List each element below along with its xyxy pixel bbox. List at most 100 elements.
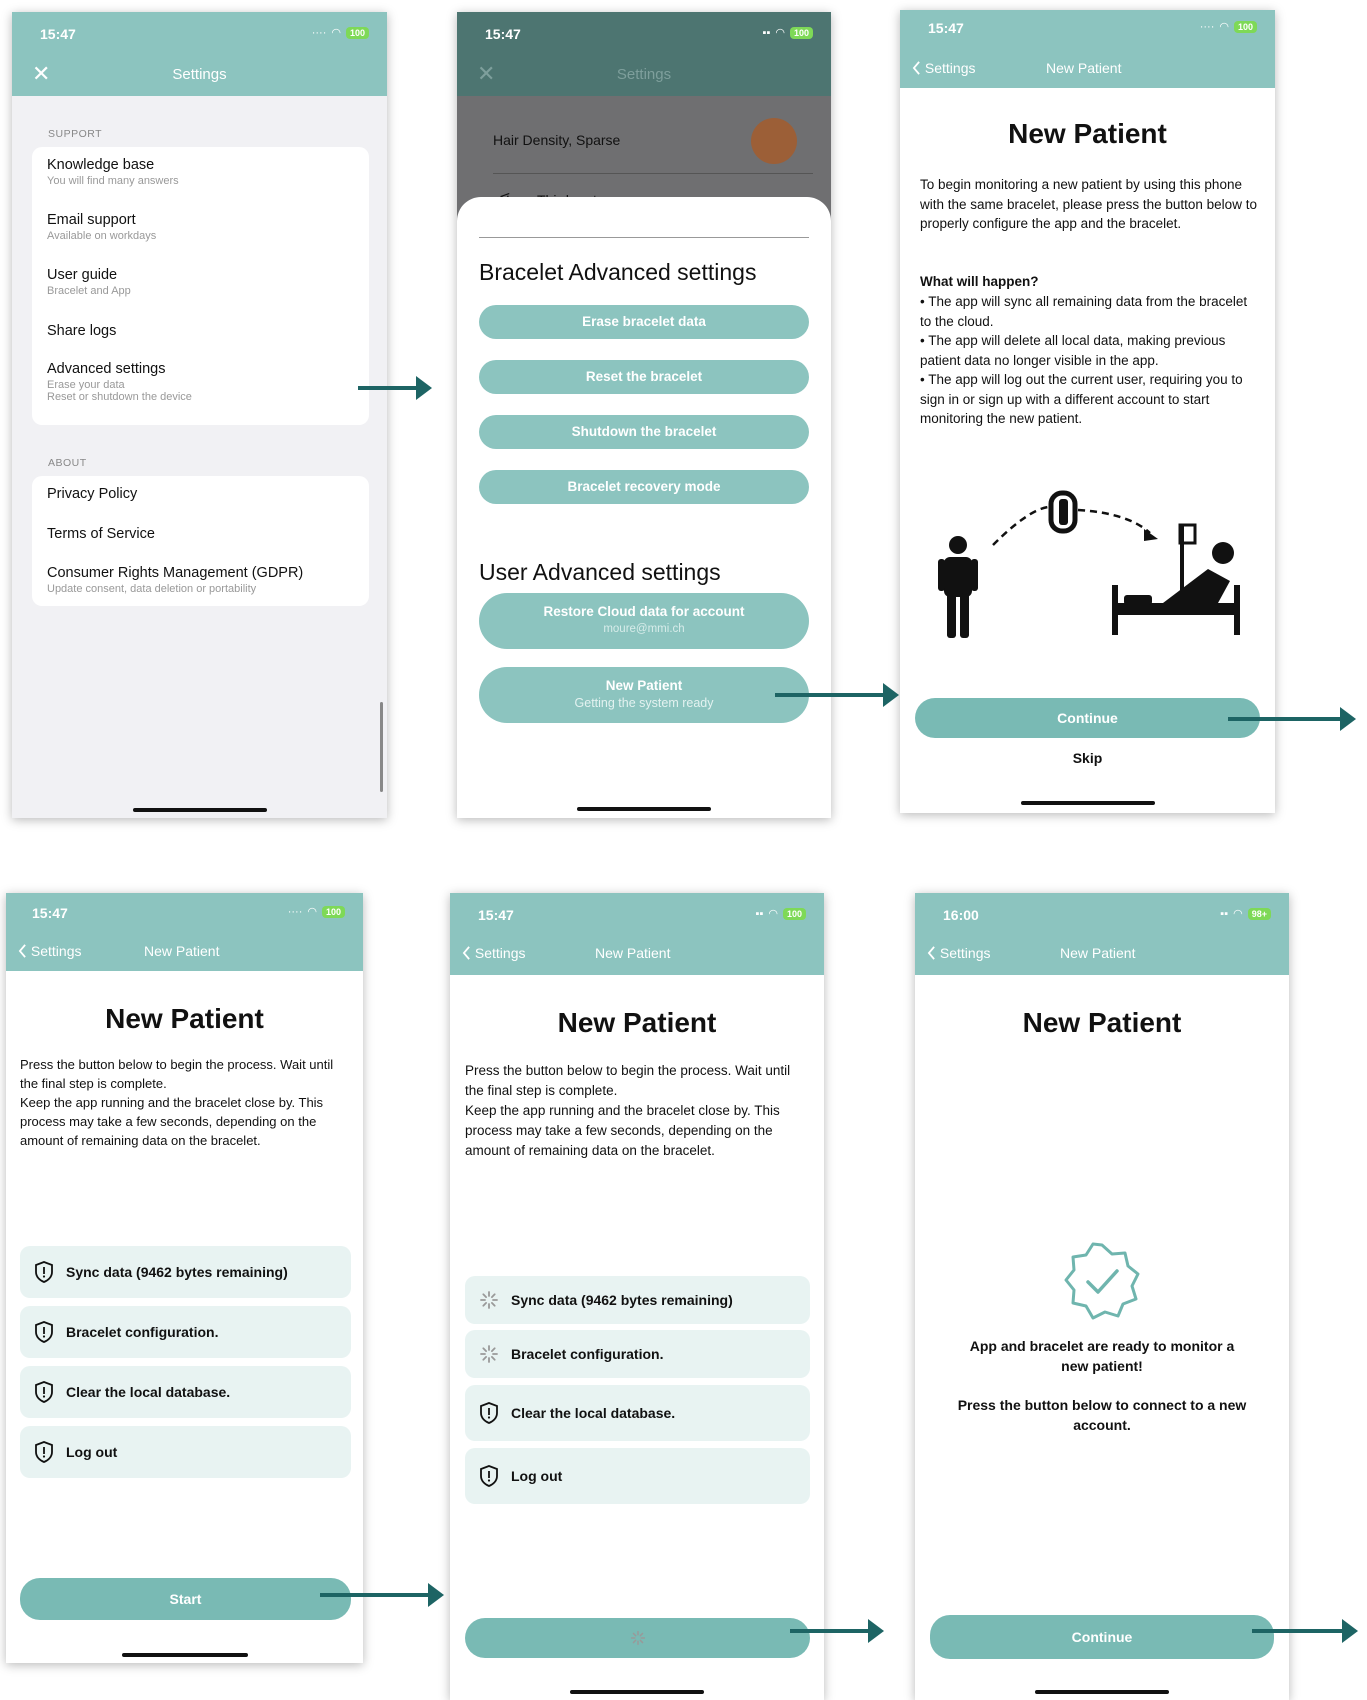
header: 15:47 ···· ◠ 100 Settings New Patient bbox=[900, 10, 1275, 88]
what-heading: What will happen? bbox=[920, 274, 1039, 289]
item-label: Privacy Policy bbox=[47, 486, 138, 502]
ready-message: App and bracelet are ready to monitor a … bbox=[969, 1338, 1235, 1374]
wifi-icon: ◠ bbox=[1219, 21, 1229, 33]
header-dimmed: 15:47 ▪▪ ◠ 100 ✕ Settings bbox=[457, 12, 831, 96]
flow-arrow bbox=[358, 376, 432, 400]
back-label: Settings bbox=[474, 945, 526, 961]
nav-title: New Patient bbox=[1046, 60, 1122, 76]
header: 16:00 ▪▪ ◠ 98+ Settings New Patient bbox=[915, 893, 1289, 975]
item-label: Email support bbox=[47, 212, 136, 228]
wifi-icon: ◠ bbox=[307, 906, 317, 918]
step-row-clear-db: Clear the local database. bbox=[20, 1366, 351, 1418]
home-indicator bbox=[570, 1690, 704, 1694]
bracelet-recovery-mode-button[interactable]: Bracelet recovery mode bbox=[479, 470, 809, 504]
step-row-logout: Log out bbox=[20, 1426, 351, 1478]
chevron-left-icon bbox=[927, 946, 936, 960]
connect-message: Press the button below to connect to a n… bbox=[957, 1397, 1247, 1433]
back-button[interactable]: Settings bbox=[912, 60, 975, 76]
new-patient-button[interactable]: New Patient Getting the system ready bbox=[479, 667, 809, 723]
status-time: 15:47 bbox=[478, 907, 514, 923]
item-label: Knowledge base bbox=[47, 157, 155, 173]
shield-warning-icon bbox=[479, 1402, 499, 1424]
continue-button[interactable]: Continue bbox=[915, 698, 1260, 738]
back-label: Settings bbox=[30, 943, 82, 959]
settings-item-user-guide[interactable]: User guide Bracelet and App bbox=[47, 267, 131, 297]
status-bar-icons: ▪▪ ◠ 100 bbox=[756, 907, 806, 920]
status-time: 15:47 bbox=[32, 905, 68, 921]
battery-icon: 100 bbox=[789, 26, 813, 39]
settings-item-gdpr[interactable]: Consumer Rights Management (GDPR) Update… bbox=[47, 565, 303, 595]
step-label: Clear the local database. bbox=[511, 1405, 676, 1421]
bullet-list: • The app will sync all remaining data f… bbox=[920, 292, 1261, 429]
status-time: 15:47 bbox=[40, 26, 76, 42]
settings-item-email-support[interactable]: Email support Available on workdays bbox=[47, 212, 156, 242]
item-sub: Bracelet and App bbox=[47, 285, 131, 297]
restore-cloud-button[interactable]: Restore Cloud data for account moure@mmi… bbox=[479, 593, 809, 649]
new-patient-start-screen: 15:47 ···· ◠ 100 Settings New Patient Ne… bbox=[6, 893, 363, 1663]
step-label: Sync data (9462 bytes remaining) bbox=[66, 1264, 288, 1280]
step-label: Sync data (9462 bytes remaining) bbox=[511, 1292, 733, 1308]
status-time: 15:47 bbox=[928, 20, 964, 36]
settings-item-privacy-policy[interactable]: Privacy Policy bbox=[47, 486, 137, 502]
signal-icon: ▪▪ bbox=[1220, 907, 1229, 920]
page-title: New Patient bbox=[105, 1003, 264, 1034]
nav-title: New Patient bbox=[1060, 945, 1136, 961]
signal-icon: ···· bbox=[311, 26, 327, 39]
page-title: New Patient bbox=[1022, 1007, 1182, 1038]
new-patient-progress-screen: 15:47 ▪▪ ◠ 100 Settings New Patient New … bbox=[450, 893, 824, 1700]
item-label: Share logs bbox=[47, 323, 117, 339]
flow-arrow bbox=[775, 683, 899, 707]
reset-bracelet-button[interactable]: Reset the bracelet bbox=[479, 360, 809, 394]
status-bar-icons: ···· ◠ 100 bbox=[1200, 20, 1257, 33]
nav-title: Settings bbox=[172, 66, 227, 83]
item-label: Advanced settings bbox=[47, 361, 166, 377]
about-card: Privacy Policy Terms of Service Consumer… bbox=[32, 476, 369, 606]
advanced-settings-screen: 15:47 ▪▪ ◠ 100 ✕ Settings Hair Density, … bbox=[457, 12, 831, 818]
button-label: Restore Cloud data for account bbox=[543, 604, 745, 619]
shield-warning-icon bbox=[34, 1261, 54, 1283]
signal-icon: ▪▪ bbox=[755, 907, 764, 920]
wifi-icon: ◠ bbox=[331, 27, 341, 39]
step-row-clear-db: Clear the local database. bbox=[465, 1385, 810, 1441]
support-card: Knowledge base You will find many answer… bbox=[32, 147, 369, 425]
back-button[interactable]: Settings bbox=[927, 945, 990, 961]
step-label: Log out bbox=[511, 1468, 563, 1484]
item-label: User guide bbox=[47, 267, 118, 283]
continue-button[interactable]: Continue bbox=[930, 1615, 1274, 1659]
erase-bracelet-data-button[interactable]: Erase bracelet data bbox=[479, 305, 809, 339]
nav-title: New Patient bbox=[144, 943, 220, 959]
battery-icon: 100 bbox=[345, 26, 369, 39]
status-bar-icons: ···· ◠ 100 bbox=[312, 26, 369, 39]
start-button[interactable]: Start bbox=[20, 1578, 351, 1620]
page-title: New Patient bbox=[1008, 118, 1167, 149]
loading-spinner-icon bbox=[479, 1343, 499, 1365]
nav-title: New Patient bbox=[595, 945, 671, 961]
shutdown-bracelet-button[interactable]: Shutdown the bracelet bbox=[479, 415, 809, 449]
skip-link[interactable]: Skip bbox=[900, 750, 1275, 766]
home-indicator bbox=[1035, 1690, 1169, 1694]
section-label-about: ABOUT bbox=[48, 457, 87, 469]
bracelet-settings-heading: Bracelet Advanced settings bbox=[479, 259, 757, 285]
battery-icon: 98+ bbox=[1247, 907, 1271, 920]
item-sub-2: Reset or shutdown the device bbox=[47, 391, 192, 403]
scrollbar[interactable] bbox=[380, 702, 383, 792]
header: 15:47 ▪▪ ◠ 100 Settings New Patient bbox=[450, 893, 824, 975]
bullet-item: • The app will sync all remaining data f… bbox=[920, 294, 1248, 329]
battery-icon: 100 bbox=[782, 907, 806, 920]
back-button[interactable]: Settings bbox=[18, 943, 81, 959]
verified-badge-icon bbox=[1064, 1242, 1140, 1320]
intro-text: To begin monitoring a new patient by usi… bbox=[920, 177, 1257, 231]
bullet-item: • The app will log out the current user,… bbox=[920, 372, 1243, 426]
hair-density-thumbnail bbox=[751, 118, 797, 164]
flow-arrow bbox=[1252, 1619, 1358, 1643]
button-sub: moure@mmi.ch bbox=[603, 623, 685, 635]
settings-item-advanced-settings[interactable]: Advanced settings Erase your data Reset … bbox=[47, 361, 192, 403]
settings-item-terms[interactable]: Terms of Service bbox=[47, 526, 155, 542]
item-sub: Available on workdays bbox=[47, 230, 157, 242]
status-time: 15:47 bbox=[485, 26, 521, 42]
settings-item-knowledge-base[interactable]: Knowledge base You will find many answer… bbox=[47, 157, 179, 187]
sheet-divider bbox=[479, 237, 809, 238]
back-button[interactable]: Settings bbox=[462, 945, 525, 961]
settings-item-share-logs[interactable]: Share logs bbox=[47, 323, 116, 339]
item-label: Consumer Rights Management (GDPR) bbox=[47, 565, 304, 581]
